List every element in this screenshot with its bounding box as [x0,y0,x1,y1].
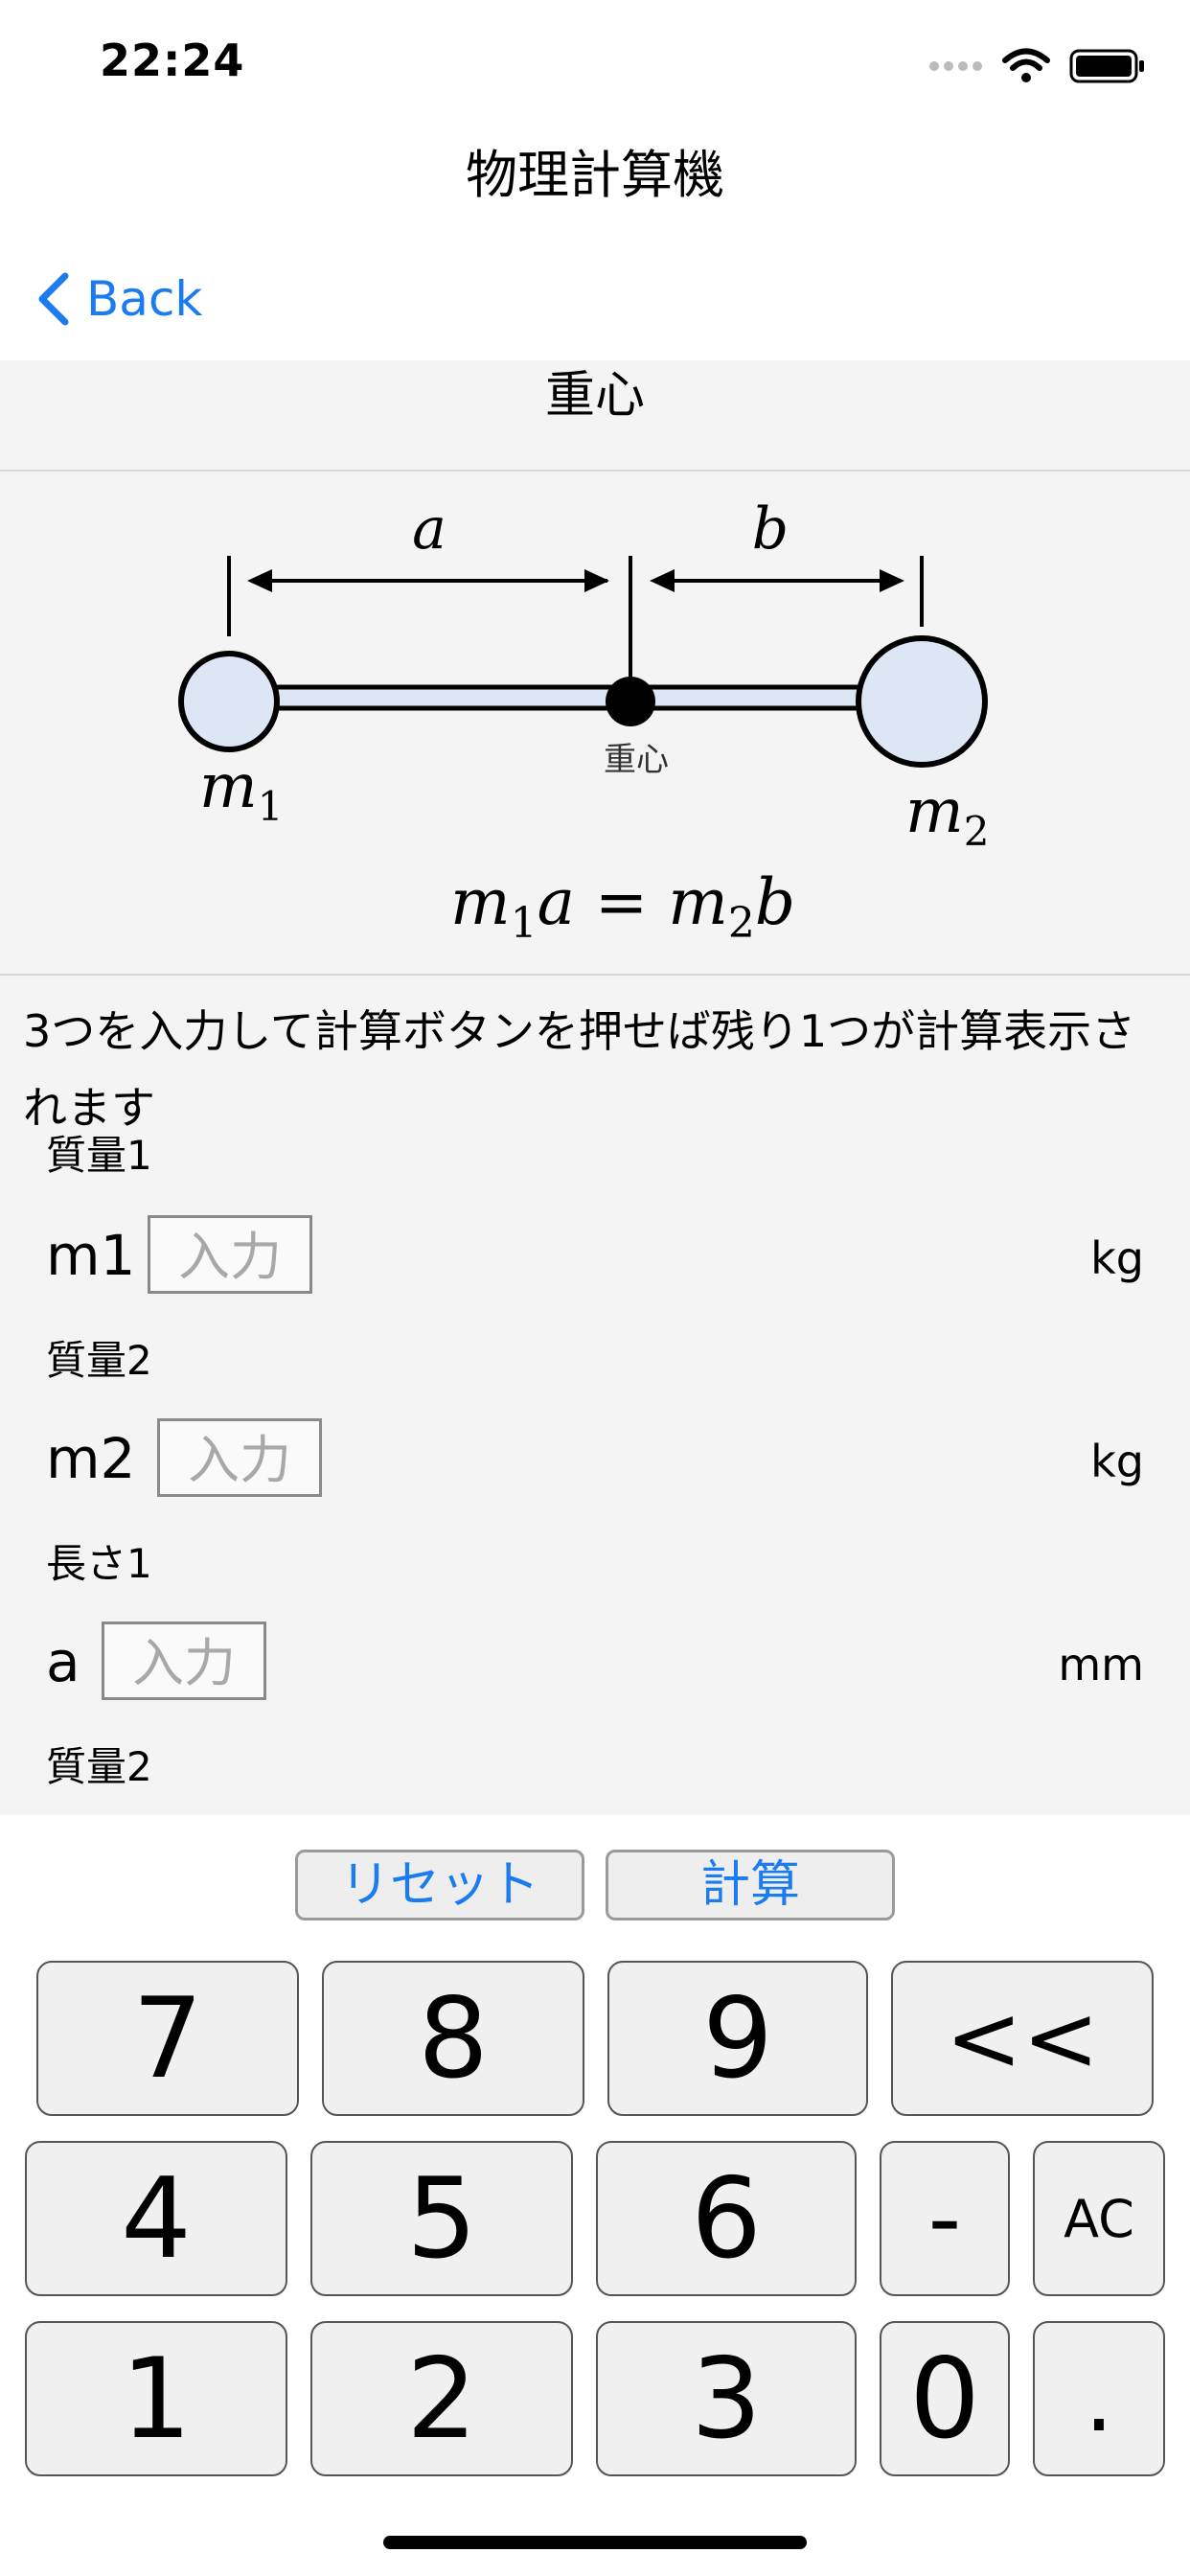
wifi-icon [1002,48,1050,82]
group-label-next: 質量2 [46,1743,152,1790]
label-b: b [752,495,789,563]
formula-equals: = [575,865,668,939]
key-0[interactable]: 0 [880,2321,1010,2476]
home-indicator [383,2536,807,2549]
formula-m2: m [668,865,728,939]
key-3[interactable]: 3 [596,2321,857,2476]
key-backspace[interactable]: << [891,1961,1154,2116]
key-7[interactable]: 7 [36,1961,299,2116]
key-4[interactable]: 4 [25,2141,287,2296]
m1-input[interactable]: 入力 [148,1215,312,1294]
section-title: 重心 [544,367,645,425]
m2-label: m [905,776,964,847]
key-decimal[interactable]: . [1033,2321,1165,2476]
nav-title: 物理計算機 [466,145,724,205]
battery-icon [1069,49,1144,83]
formula-b: b [755,865,795,939]
unit-a: mm [1058,1639,1144,1690]
m1-label: m [199,751,258,822]
center-of-mass-diagram: a b 重心 m1 m2 m1a = m2b [178,495,989,948]
formula-sub2: 2 [728,899,755,948]
key-1[interactable]: 1 [25,2321,287,2476]
formula-a: a [538,865,575,939]
key-9[interactable]: 9 [607,1961,868,2116]
m2-subscript: 2 [964,808,990,855]
formula-sub1: 1 [511,899,538,948]
back-label: Back [86,271,203,327]
label-a: a [412,495,446,563]
divider [0,974,1190,976]
formula-m1: m [450,865,511,939]
center-label: 重心 [604,741,669,779]
key-8[interactable]: 8 [322,1961,584,2116]
a-input[interactable]: 入力 [102,1622,266,1700]
instruction-text: 3つを入力して計算ボタンを押せば残り1つが計算表示されます [23,1005,1136,1134]
var-label-a: a [46,1629,80,1694]
back-button[interactable]: Back [34,268,202,330]
key-minus[interactable]: - [880,2141,1010,2296]
key-5[interactable]: 5 [310,2141,573,2296]
calculate-button[interactable]: 計算 [606,1850,895,1920]
group-label-mass2: 質量2 [46,1337,152,1384]
reset-button[interactable]: リセット [295,1850,584,1920]
unit-m1: kg [1090,1232,1144,1284]
status-icons [927,42,1146,90]
key-2[interactable]: 2 [310,2321,573,2476]
m2-input[interactable]: 入力 [157,1418,322,1497]
var-label-m2: m2 [46,1426,136,1491]
svg-text:m1: m1 [199,751,283,830]
signal-icon [929,61,982,71]
key-clear[interactable]: AC [1033,2141,1165,2296]
status-time: 22:24 [100,34,245,86]
group-label-mass1: 質量1 [46,1132,152,1179]
svg-text:m1a = m2b: m1a = m2b [450,865,795,948]
var-label-m1: m1 [46,1223,136,1288]
key-6[interactable]: 6 [596,2141,857,2296]
group-label-length1: 長さ1 [46,1540,152,1587]
svg-text:m2: m2 [905,776,989,855]
chevron-left-icon [38,272,69,326]
m1-subscript: 1 [258,783,284,830]
unit-m2: kg [1090,1436,1144,1487]
